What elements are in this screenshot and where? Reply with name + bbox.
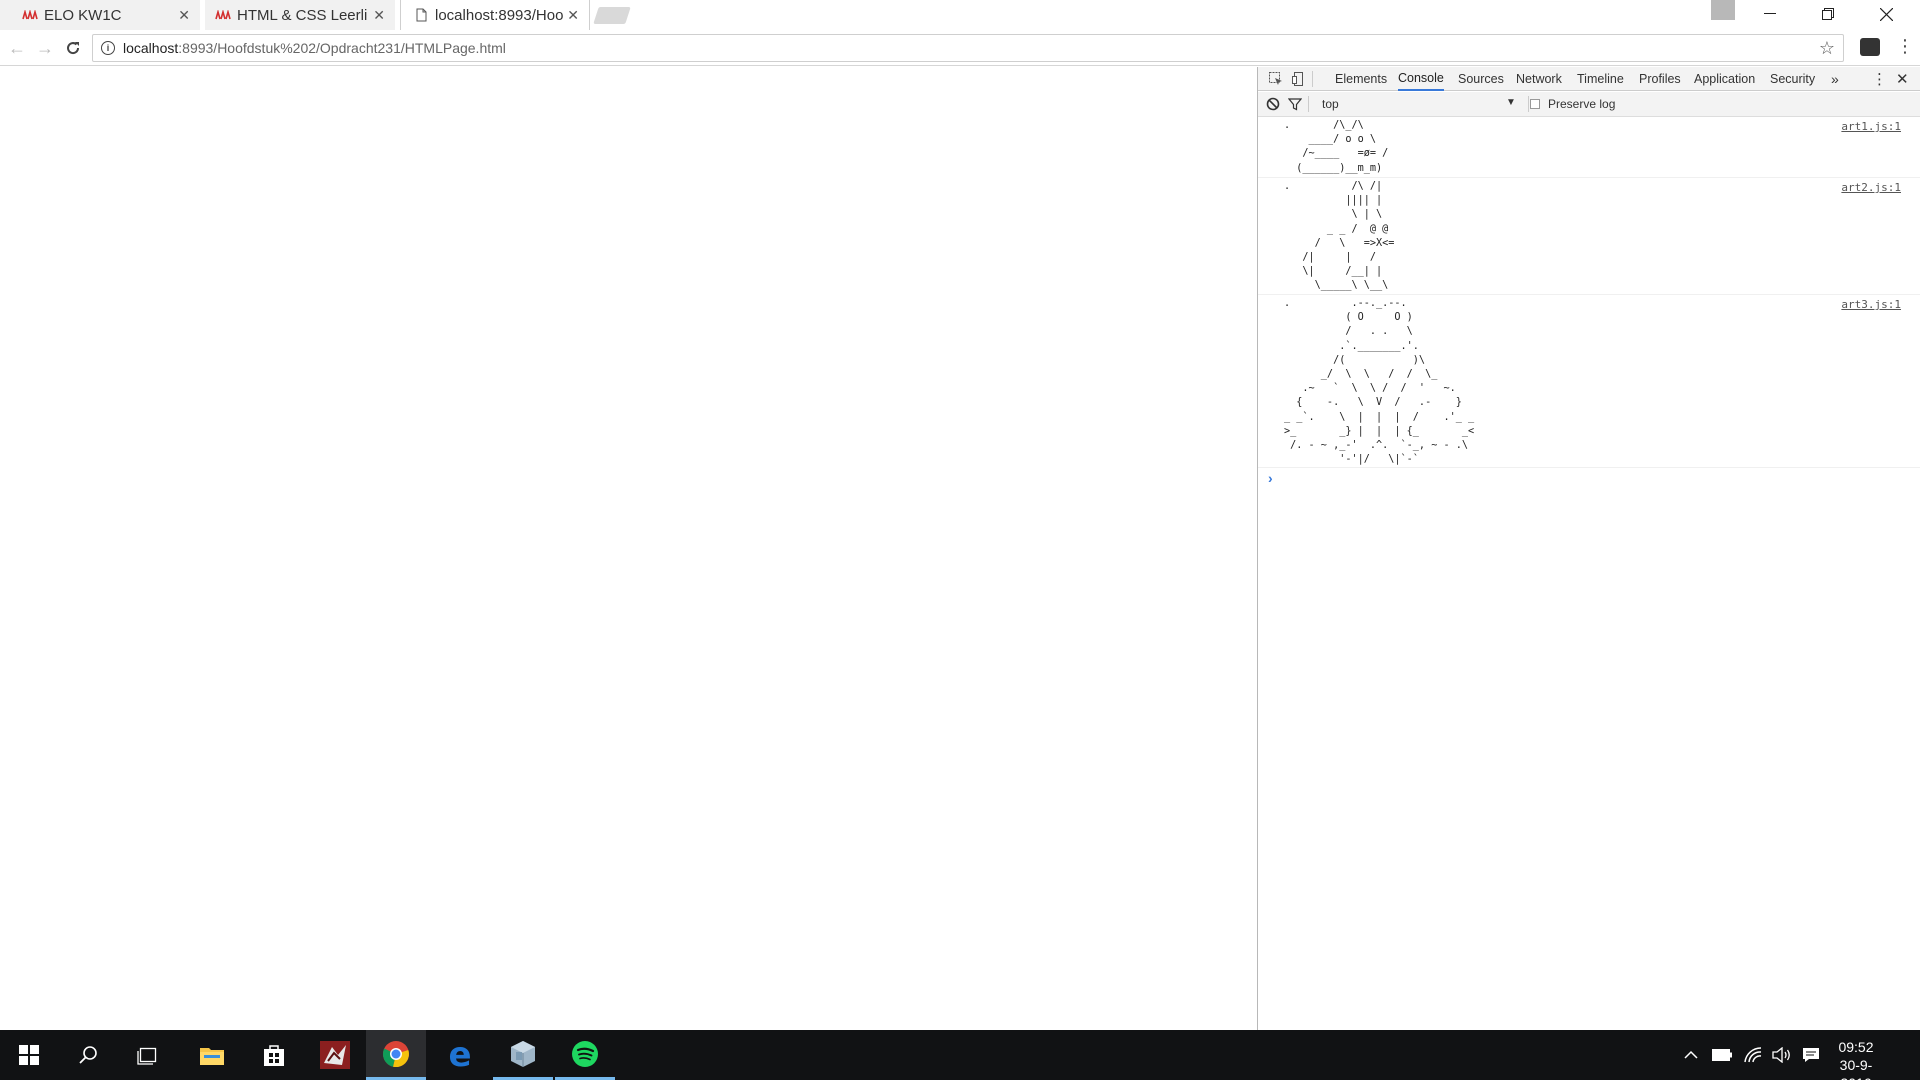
ascii-art-2: . /\ /| |||| | \ | \ _ _ / @ @ / \ =>X<=… [1284, 181, 1395, 292]
tab-sources[interactable]: Sources [1458, 67, 1504, 91]
volume-icon[interactable] [1772, 1030, 1792, 1080]
close-window-button[interactable] [1858, 0, 1914, 28]
close-icon[interactable]: ✕ [373, 7, 385, 24]
url-text: localhost:8993/Hoofdstuk%202/Opdracht231… [123, 40, 506, 56]
console-toolbar: top ▼ Preserve log [1258, 92, 1920, 117]
tab-elo[interactable]: ELO KW1C ✕ [0, 0, 200, 30]
store-icon[interactable] [244, 1030, 304, 1080]
console-message: . /\ /| |||| | \ | \ _ _ / @ @ / \ =>X<=… [1258, 178, 1920, 295]
console-prompt-row[interactable]: › [1258, 468, 1920, 490]
clock-time: 09:52 [1838, 1039, 1874, 1055]
close-devtools-icon[interactable]: ✕ [1896, 67, 1909, 91]
info-icon[interactable]: i [101, 41, 115, 55]
context-select-value[interactable]: top [1322, 97, 1339, 111]
edge-icon[interactable]: e [430, 1030, 490, 1080]
app-cube-icon[interactable] [493, 1030, 553, 1080]
chrome-icon[interactable] [366, 1030, 426, 1080]
extension-icon[interactable] [1860, 38, 1880, 56]
page-icon [413, 7, 429, 23]
preserve-log-checkbox[interactable] [1530, 99, 1540, 109]
battery-icon[interactable] [1712, 1030, 1732, 1080]
url-path: :8993/Hoofdstuk%202/Opdracht231/HTMLPage… [178, 40, 506, 56]
back-arrow-icon[interactable]: ← [6, 37, 28, 59]
console-message: . .--._.--. ( O O ) / . . \ .`._______.'… [1258, 295, 1920, 468]
elo-icon [22, 7, 38, 23]
more-tabs-icon[interactable]: » [1831, 67, 1839, 91]
tab-console[interactable]: Console [1398, 67, 1444, 91]
page-content [0, 67, 1257, 1030]
devtools-tab-bar: Elements Console Sources Network Timelin… [1258, 67, 1920, 91]
tab-network[interactable]: Network [1516, 67, 1562, 91]
preserve-log-label: Preserve log [1548, 97, 1616, 111]
console-output: . /\_/\ ____/ o o \ /~____ =ø= / (______… [1258, 117, 1920, 1030]
tab-localhost[interactable]: localhost:8993/Hoo ✕ [400, 0, 590, 30]
elo-icon [215, 7, 231, 23]
console-message: . /\_/\ ____/ o o \ /~____ =ø= / (______… [1258, 117, 1920, 178]
tab-html-css[interactable]: HTML & CSS Leerlin ✕ [205, 0, 395, 30]
close-icon[interactable]: ✕ [567, 7, 579, 24]
tab-application[interactable]: Application [1694, 67, 1755, 91]
more-menu-icon[interactable]: ⋮ [1896, 36, 1914, 57]
profile-icon[interactable] [1711, 0, 1735, 20]
tab-timeline[interactable]: Timeline [1577, 67, 1624, 91]
chevron-down-icon[interactable]: ▼ [1506, 97, 1516, 108]
filter-icon[interactable] [1287, 97, 1303, 114]
tab-elements[interactable]: Elements [1335, 67, 1387, 91]
screen: ELO KW1C ✕ HTML & CSS Leerlin ✕ localhos… [0, 0, 1920, 1091]
close-icon[interactable]: ✕ [178, 7, 190, 24]
browser-toolbar: ← → i localhost:8993/Hoofdstuk%202/Opdra… [0, 30, 1920, 66]
new-tab-button[interactable] [593, 7, 631, 24]
clear-console-icon[interactable] [1266, 97, 1280, 114]
action-center-icon[interactable] [1802, 1030, 1820, 1080]
address-bar[interactable]: i localhost:8993/Hoofdstuk%202/Opdracht2… [92, 34, 1844, 62]
forward-arrow-icon[interactable]: → [34, 37, 56, 59]
tab-profiles[interactable]: Profiles [1639, 67, 1681, 91]
file-explorer-icon[interactable] [182, 1030, 242, 1080]
source-link[interactable]: art2.js:1 [1841, 181, 1901, 194]
divider [1528, 96, 1529, 112]
source-link[interactable]: art3.js:1 [1841, 298, 1901, 311]
reload-icon[interactable] [62, 37, 84, 59]
task-view-icon[interactable] [118, 1030, 178, 1080]
inspect-element-icon[interactable] [1268, 71, 1284, 87]
devtools-panel: Elements Console Sources Network Timelin… [1257, 67, 1920, 1030]
start-icon[interactable] [0, 1030, 58, 1080]
taskbar: e 09:52 30-9-2016 [0, 1030, 1920, 1091]
bookmark-star-icon[interactable]: ☆ [1819, 38, 1835, 59]
tab-security[interactable]: Security [1770, 67, 1815, 91]
device-toolbar-icon[interactable] [1290, 71, 1306, 87]
tab-strip: ELO KW1C ✕ HTML & CSS Leerlin ✕ localhos… [0, 0, 1920, 30]
divider [1312, 71, 1313, 87]
clock[interactable]: 09:52 30-9-2016 [1826, 1038, 1886, 1092]
url-host: localhost [123, 40, 179, 56]
minimize-button[interactable] [1742, 0, 1798, 28]
prompt-chevron-icon: › [1268, 470, 1273, 486]
tab-title: HTML & CSS Leerlin [237, 6, 367, 24]
tab-title: localhost:8993/Hoo [435, 6, 564, 24]
wifi-icon[interactable] [1744, 1030, 1762, 1080]
ascii-art-1: . /\_/\ ____/ o o \ /~____ =ø= / (______… [1284, 120, 1389, 174]
show-hidden-icons-icon[interactable] [1684, 1030, 1698, 1080]
source-link[interactable]: art1.js:1 [1841, 120, 1901, 133]
game-app-icon[interactable] [305, 1030, 365, 1080]
divider [1308, 96, 1309, 112]
clock-date: 30-9-2016 [1839, 1057, 1873, 1091]
search-icon[interactable] [58, 1030, 118, 1080]
restore-button[interactable] [1800, 0, 1856, 28]
ascii-art-3: . .--._.--. ( O O ) / . . \ .`._______.'… [1284, 298, 1475, 466]
spotify-icon[interactable] [555, 1030, 615, 1080]
devtools-menu-icon[interactable]: ⋮ [1872, 67, 1887, 91]
tab-title: ELO KW1C [44, 6, 122, 24]
